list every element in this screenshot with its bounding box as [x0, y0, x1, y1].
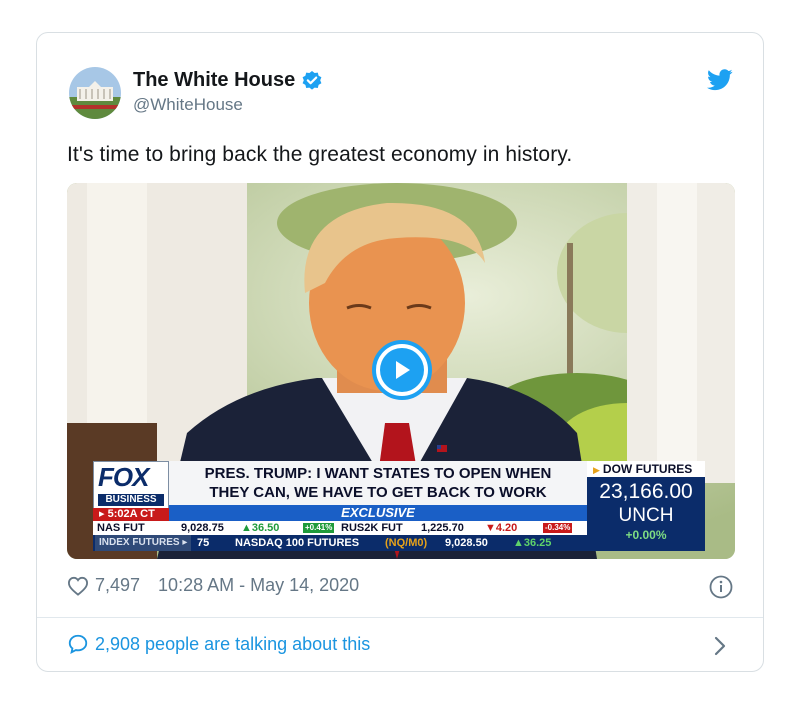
tweet-card[interactable]: The White House @WhiteHouse It's time to… [36, 32, 764, 672]
author-handle[interactable]: @WhiteHouse [133, 95, 243, 115]
play-button[interactable] [372, 340, 432, 400]
tweet-timestamp[interactable]: 10:28 AM - May 14, 2020 [158, 575, 359, 596]
dow-header: ▶ DOW FUTURES [587, 461, 705, 477]
index-left-value: 75 [197, 537, 210, 549]
divider [37, 617, 763, 618]
rus-pct: -0.34% [543, 523, 573, 533]
logo-top-text: FOX [98, 462, 149, 492]
speech-bubble-icon [68, 634, 88, 654]
nasdaq-code: (NQ/M0) [385, 537, 428, 549]
heart-icon[interactable] [67, 576, 89, 596]
fox-business-logo: FOX BUSINESS [93, 461, 169, 509]
dow-percent: +0.00% [625, 528, 667, 542]
avatar[interactable] [69, 67, 121, 119]
nas-change: ▲36.50 [241, 522, 280, 534]
talking-count[interactable]: 2,908 people are talking about this [95, 634, 370, 655]
tweet-meta: 7,497 10:28 AM - May 14, 2020 [67, 575, 359, 596]
play-icon [380, 348, 424, 392]
chevron-right-icon[interactable] [713, 635, 727, 657]
dow-value: 23,166.00 [599, 480, 693, 503]
headline-line-1: PRES. TRUMP: I WANT STATES TO OPEN WHEN [204, 465, 552, 482]
like-count[interactable]: 7,497 [95, 575, 140, 596]
dow-label: DOW FUTURES [602, 462, 693, 476]
rus-label: RUS2K FUT [341, 522, 403, 534]
nasdaq-value: 9,028.50 [445, 537, 488, 549]
verified-badge-icon [301, 70, 323, 92]
twitter-bird-icon[interactable] [707, 69, 733, 91]
nas-pct: +0.41% [303, 523, 335, 533]
dow-futures-panel: ▶ DOW FUTURES 23,166.00 UNCH +0.00% [587, 461, 705, 551]
ticker-row-2: INDEX FUTURES ▸ 75 NASDAQ 100 FUTURES (N… [93, 535, 587, 551]
ticker-row-1: NAS FUT 9,028.75 ▲36.50 +0.41% RUS2K FUT… [93, 521, 587, 535]
tweet-text: It's time to bring back the greatest eco… [67, 143, 573, 166]
exclusive-banner: EXCLUSIVE [169, 505, 587, 521]
rus-value: 1,225.70 [421, 522, 464, 534]
rus-change: ▼4.20 [485, 522, 518, 534]
author-row: The White House [133, 69, 323, 92]
nas-label: NAS FUT [97, 522, 145, 534]
info-icon[interactable] [709, 575, 733, 599]
chyron-headline: PRES. TRUMP: I WANT STATES TO OPEN WHEN … [169, 461, 587, 505]
dow-change: UNCH [618, 505, 674, 526]
headline-line-2: THEY CAN, WE HAVE TO GET BACK TO WORK [209, 484, 547, 501]
author-name[interactable]: The White House [133, 69, 295, 92]
index-futures-label: INDEX FUTURES ▸ [95, 535, 192, 551]
logo-bottom-text: BUSINESS [98, 494, 164, 506]
conversation-link[interactable]: 2,908 people are talking about this [67, 633, 370, 655]
video-player[interactable]: FOX BUSINESS ▸ 5:02A CT PRES. TRUMP: I W… [67, 183, 735, 559]
nasdaq-label: NASDAQ 100 FUTURES [235, 537, 360, 549]
broadcast-time: ▸ 5:02A CT [93, 508, 169, 521]
nas-value: 9,028.75 [181, 522, 224, 534]
nasdaq-change: ▲36.25 [513, 537, 552, 549]
